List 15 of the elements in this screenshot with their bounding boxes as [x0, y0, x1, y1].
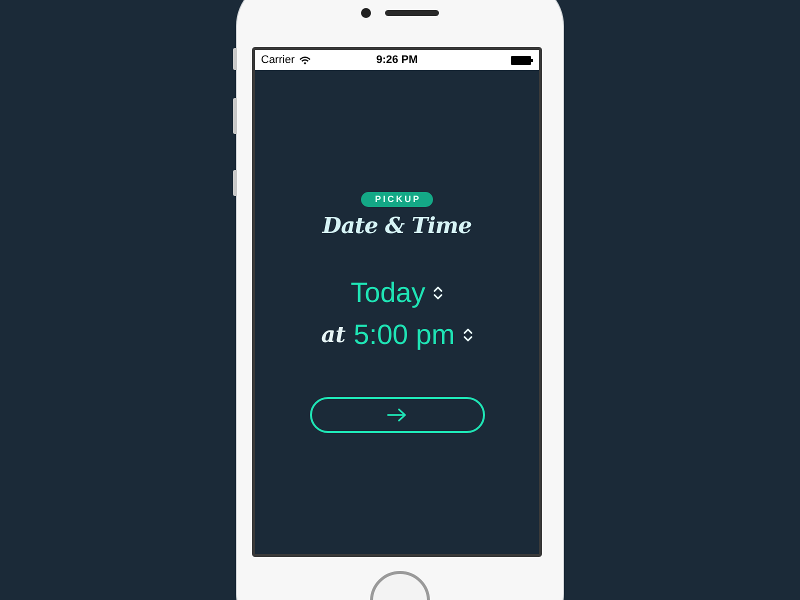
screen-title: Date & Time	[322, 213, 472, 239]
speaker-grille	[385, 10, 439, 16]
next-button[interactable]	[310, 397, 484, 433]
wifi-icon	[298, 56, 311, 64]
up-down-chevron-icon	[462, 328, 473, 342]
battery-icon	[511, 56, 533, 64]
right-arrow-icon	[387, 408, 407, 422]
date-picker[interactable]: Today	[350, 275, 426, 311]
time-picker[interactable]: 5:00 pm	[354, 317, 455, 353]
status-time: 9:26 PM	[376, 54, 418, 66]
camera-icon	[361, 8, 371, 18]
carrier-name: Carrier	[261, 54, 295, 66]
pickup-badge: PICKUP	[360, 192, 433, 207]
up-down-chevron-icon	[433, 286, 444, 300]
time-prefix: at	[321, 321, 346, 350]
